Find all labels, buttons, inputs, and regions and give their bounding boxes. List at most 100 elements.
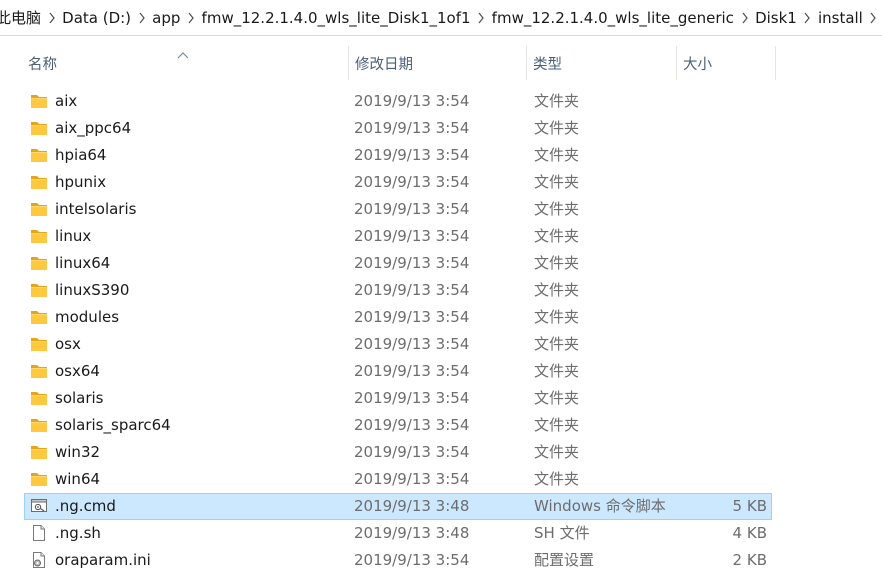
file-name: linux64 [55,254,111,272]
column-header-type-label: 类型 [533,56,562,73]
file-size: 4 KB [732,524,767,542]
folder-icon [30,416,48,434]
file-date: 2019/9/13 3:48 [354,497,470,515]
file-row[interactable]: intelsolaris 2019/9/13 3:54 文件夹 [0,196,882,223]
breadcrumb-item[interactable]: install [816,9,865,27]
column-header: 名称 修改日期 类型 大小 [0,46,882,80]
file-name: oraparam.ini [55,551,151,569]
column-header-name-label: 名称 [28,56,57,73]
file-type: 配置设置 [534,551,595,569]
folder-icon [30,119,48,137]
breadcrumb: 此电脑 Data (D:) app fmw_12.2.1.4.0_wls_lite_D… [0,0,882,36]
file-row[interactable]: modules 2019/9/13 3:54 文件夹 [0,304,882,331]
breadcrumb-item[interactable]: 此电脑 [0,7,43,28]
file-size: 5 KB [732,497,767,515]
folder-icon [30,92,48,110]
folder-icon [30,470,48,488]
folder-icon [30,308,48,326]
column-header-date-label: 修改日期 [355,56,413,73]
breadcrumb-item[interactable]: fmw_12.2.1.4.0_wls_lite_generic [490,9,736,27]
file-row[interactable]: aix_ppc64 2019/9/13 3:54 文件夹 [0,115,882,142]
file-type: 文件夹 [534,281,580,299]
file-type: 文件夹 [534,362,580,380]
file-date: 2019/9/13 3:54 [354,119,470,137]
folder-icon [30,254,48,272]
file-name: osx [55,335,81,353]
file-row[interactable]: solaris 2019/9/13 3:54 文件夹 [0,385,882,412]
file-type: Windows 命令脚本 [534,497,666,515]
breadcrumb-item[interactable]: fmw_12.2.1.4.0_wls_lite_Disk1_1of1 [200,9,473,27]
file-row[interactable]: .ng.sh 2019/9/13 3:48 SH 文件 4 KB [0,520,882,547]
file-name: modules [55,308,120,326]
file-name: win64 [55,470,101,488]
folder-icon [30,362,48,380]
file-type: 文件夹 [534,119,580,137]
breadcrumb-chevron-icon[interactable] [43,0,60,35]
file-type: 文件夹 [534,146,580,164]
breadcrumb-chevron-icon[interactable] [182,0,199,35]
column-header-type[interactable]: 类型 [526,46,676,80]
file-date: 2019/9/13 3:54 [354,362,470,380]
file-size: 2 KB [732,551,767,569]
file-row[interactable]: win64 2019/9/13 3:54 文件夹 [0,466,882,493]
folder-icon [30,146,48,164]
folder-icon [30,335,48,353]
file-row[interactable]: oraparam.ini 2019/9/13 3:54 配置设置 2 KB [0,547,882,574]
file-row[interactable]: linux 2019/9/13 3:54 文件夹 [0,223,882,250]
file-date: 2019/9/13 3:54 [354,443,470,461]
file-row[interactable]: linuxS390 2019/9/13 3:54 文件夹 [0,277,882,304]
file-type: 文件夹 [534,443,580,461]
file-row[interactable]: hpunix 2019/9/13 3:54 文件夹 [0,169,882,196]
breadcrumb-item[interactable]: app [150,9,182,27]
file-name: linux [55,227,92,245]
file-type: 文件夹 [534,335,580,353]
breadcrumb-chevron-icon[interactable] [133,0,150,35]
sort-ascending-icon [177,45,189,63]
file-name: aix [55,92,78,110]
file-row[interactable]: osx64 2019/9/13 3:54 文件夹 [0,358,882,385]
file-row[interactable]: .ng.cmd 2019/9/13 3:48 Windows 命令脚本 5 KB [0,493,882,520]
file-row[interactable]: osx 2019/9/13 3:54 文件夹 [0,331,882,358]
folder-icon [30,389,48,407]
file-name: hpunix [55,173,107,191]
file-row[interactable]: aix 2019/9/13 3:54 文件夹 [0,88,882,115]
breadcrumb-chevron-icon[interactable] [736,0,753,35]
file-explorer-window: 此电脑 Data (D:) app fmw_12.2.1.4.0_wls_lite_D… [0,0,882,577]
file-type: 文件夹 [534,416,580,434]
file-type: 文件夹 [534,389,580,407]
file-type: SH 文件 [534,524,590,542]
file-date: 2019/9/13 3:54 [354,227,470,245]
column-header-size[interactable]: 大小 [676,46,776,80]
file-name: solaris_sparc64 [55,416,171,434]
folder-icon [30,281,48,299]
file-date: 2019/9/13 3:54 [354,389,470,407]
file-icon [30,524,48,542]
file-type: 文件夹 [534,470,580,488]
file-row[interactable]: win32 2019/9/13 3:54 文件夹 [0,439,882,466]
file-row[interactable]: linux64 2019/9/13 3:54 文件夹 [0,250,882,277]
file-row[interactable]: solaris_sparc64 2019/9/13 3:54 文件夹 [0,412,882,439]
file-name: osx64 [55,362,100,380]
breadcrumb-chevron-icon[interactable] [799,0,816,35]
file-type: 文件夹 [534,308,580,326]
file-type: 文件夹 [534,200,580,218]
file-name: aix_ppc64 [55,119,132,137]
breadcrumb-item[interactable]: Data (D:) [60,9,133,27]
breadcrumb-item[interactable]: Disk1 [753,9,799,27]
file-type: 文件夹 [534,92,580,110]
column-header-date[interactable]: 修改日期 [348,46,526,80]
breadcrumb-chevron-icon[interactable] [473,0,490,35]
folder-icon [30,227,48,245]
file-date: 2019/9/13 3:54 [354,254,470,272]
file-type: 文件夹 [534,227,580,245]
file-date: 2019/9/13 3:54 [354,551,470,569]
file-date: 2019/9/13 3:54 [354,146,470,164]
file-type: 文件夹 [534,173,580,191]
folder-icon [30,200,48,218]
file-date: 2019/9/13 3:54 [354,308,470,326]
file-date: 2019/9/13 3:48 [354,524,470,542]
file-date: 2019/9/13 3:54 [354,416,470,434]
breadcrumb-chevron-icon[interactable] [865,0,882,35]
file-name: .ng.cmd [55,497,116,515]
file-row[interactable]: hpia64 2019/9/13 3:54 文件夹 [0,142,882,169]
